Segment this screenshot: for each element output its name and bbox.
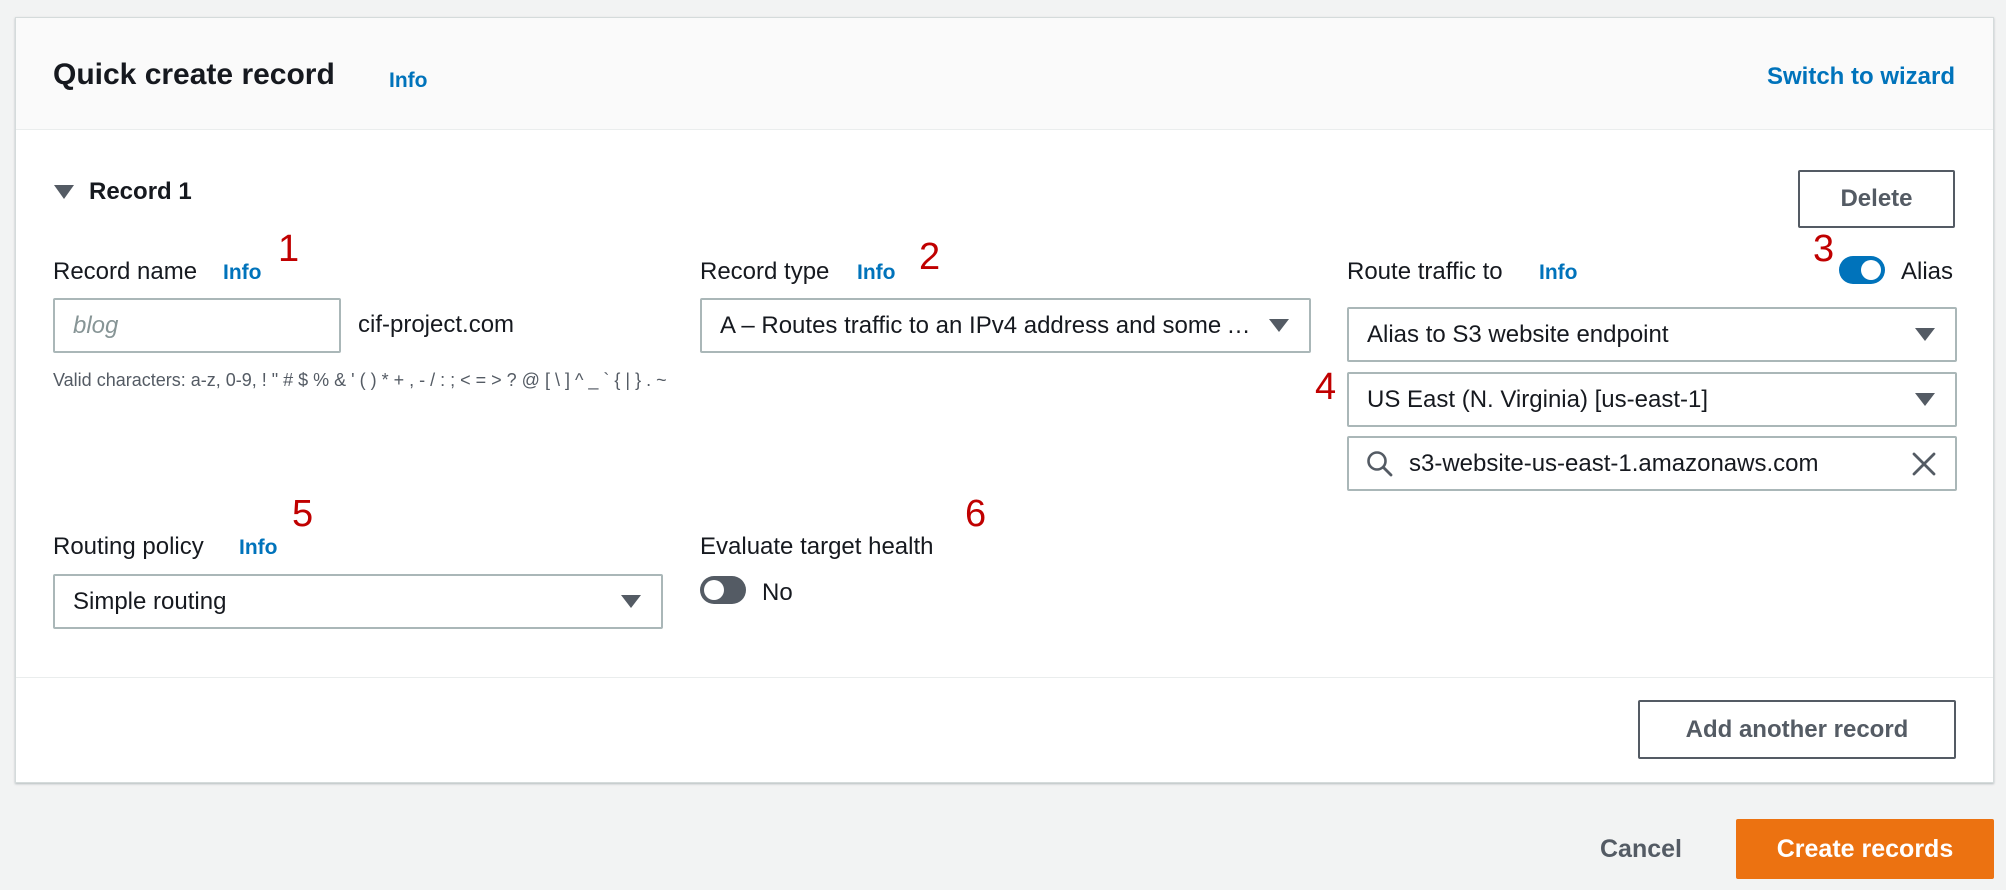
panel-header: Quick create record Info Switch to wizar… (16, 18, 1993, 130)
record-section-label: Record 1 (89, 178, 192, 205)
alias-toggle[interactable] (1839, 256, 1885, 284)
annotation-1: 1 (278, 228, 300, 270)
evaluate-health-value: No (762, 579, 793, 606)
chevron-down-icon (1915, 393, 1935, 406)
endpoint-type-value: Alias to S3 website endpoint (1367, 320, 1669, 348)
route-traffic-info-link[interactable]: Info (1539, 261, 1577, 285)
record-name-input[interactable]: blog (53, 298, 341, 353)
chevron-down-icon (621, 595, 641, 608)
annotation-2: 2 (919, 236, 941, 278)
region-value: US East (N. Virginia) [us-east-1] (1367, 385, 1709, 413)
region-select[interactable]: US East (N. Virginia) [us-east-1] (1347, 372, 1957, 427)
delete-button[interactable]: Delete (1798, 170, 1955, 228)
evaluate-health-toggle[interactable] (700, 576, 746, 604)
panel-footer: Add another record (16, 677, 1993, 782)
chevron-down-icon (1269, 319, 1289, 332)
annotation-5: 5 (292, 493, 314, 535)
routing-policy-value: Simple routing (73, 587, 227, 615)
record-name-placeholder: blog (73, 311, 119, 339)
record-section-toggle[interactable]: Record 1 (54, 178, 192, 206)
quick-create-panel: Quick create record Info Switch to wizar… (15, 17, 1994, 783)
create-records-button[interactable]: Create records (1736, 819, 1994, 879)
close-icon[interactable] (1911, 451, 1937, 477)
annotation-3: 3 (1813, 228, 1835, 270)
record-type-value: A – Routes traffic to an IPv4 address an… (720, 311, 1269, 339)
annotation-6: 6 (965, 493, 987, 535)
switch-to-wizard-link[interactable]: Switch to wizard (1767, 63, 1955, 91)
record-name-label: Record name (53, 258, 198, 285)
record-name-hint: Valid characters: a-z, 0-9, ! " # $ % & … (53, 370, 667, 390)
endpoint-search-input[interactable]: s3-website-us-east-1.amazonaws.com (1347, 436, 1957, 491)
route-traffic-label: Route traffic to (1347, 258, 1503, 285)
record-type-select[interactable]: A – Routes traffic to an IPv4 address an… (700, 298, 1311, 353)
endpoint-search-value: s3-website-us-east-1.amazonaws.com (1409, 449, 1819, 477)
cancel-button[interactable]: Cancel (1600, 835, 1682, 864)
caret-down-icon (54, 185, 74, 199)
page-title: Quick create record (53, 58, 335, 91)
routing-policy-info-link[interactable]: Info (239, 536, 277, 560)
annotation-4: 4 (1315, 366, 1337, 408)
endpoint-type-select[interactable]: Alias to S3 website endpoint (1347, 307, 1957, 362)
routing-policy-select[interactable]: Simple routing (53, 574, 663, 629)
routing-policy-label: Routing policy (53, 533, 204, 560)
search-icon (1367, 450, 1393, 476)
toggle-knob (1861, 260, 1881, 280)
toggle-knob (704, 580, 724, 600)
domain-suffix: cif-project.com (358, 311, 515, 338)
record-type-label: Record type (700, 258, 830, 285)
evaluate-health-label: Evaluate target health (700, 533, 934, 560)
alias-label: Alias (1901, 258, 1954, 285)
chevron-down-icon (1915, 328, 1935, 341)
record-name-info-link[interactable]: Info (223, 261, 261, 285)
title-info-link[interactable]: Info (389, 69, 427, 93)
add-another-record-button[interactable]: Add another record (1638, 700, 1956, 759)
record-type-info-link[interactable]: Info (857, 261, 895, 285)
